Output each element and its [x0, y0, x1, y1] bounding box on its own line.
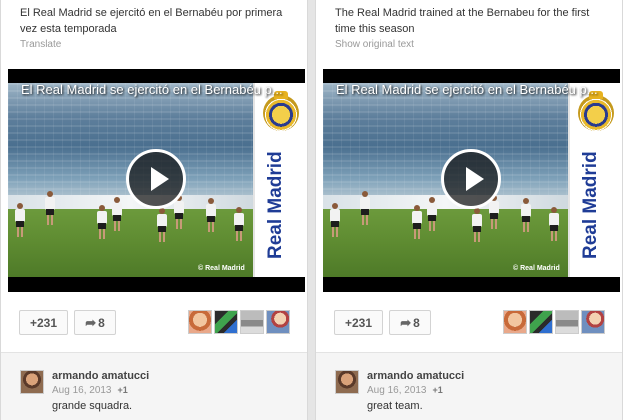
post-card-original: El Real Madrid se ejercitó en el Bernabé…	[0, 0, 308, 420]
play-icon	[466, 167, 484, 191]
brand-text: Real Madrid	[580, 151, 601, 259]
brand-panel: Real Madrid	[568, 83, 620, 277]
share-arrow-icon: ➦	[400, 314, 412, 330]
play-icon	[151, 167, 169, 191]
avatar[interactable]	[555, 310, 579, 334]
share-count: 8	[98, 315, 105, 330]
comments-section: armando amatucci Aug 16, 2013 +1 grande s…	[1, 352, 307, 420]
share-count: 8	[413, 315, 420, 330]
commenter-avatar[interactable]	[335, 370, 359, 394]
avatar[interactable]	[240, 310, 264, 334]
club-crest-icon	[263, 91, 299, 131]
video-watermark: © Real Madrid	[513, 265, 560, 272]
post-text: El Real Madrid se ejercitó en el Bernabé…	[20, 7, 283, 35]
video-title[interactable]: El Real Madrid se ejercitó en el Bernabé…	[21, 82, 283, 97]
comment-plus-count[interactable]: +1	[118, 385, 128, 395]
post-text: The Real Madrid trained at the Bernabeu …	[335, 7, 590, 35]
comment-text: great team.	[367, 400, 423, 412]
comment-text: grande squadra.	[52, 400, 133, 412]
comment-meta: Aug 16, 2013 +1	[52, 385, 128, 396]
brand-text: Real Madrid	[265, 151, 286, 259]
share-button[interactable]: ➦ 8	[389, 310, 431, 335]
play-button[interactable]	[441, 149, 501, 209]
translate-link[interactable]: Translate	[20, 39, 61, 50]
avatar[interactable]	[529, 310, 553, 334]
show-original-link[interactable]: Show original text	[335, 39, 414, 50]
post-card-translated: The Real Madrid trained at the Bernabeu …	[315, 0, 623, 420]
avatar[interactable]	[503, 310, 527, 334]
comment-meta: Aug 16, 2013 +1	[367, 385, 443, 396]
plus-one-button[interactable]: +231	[19, 310, 68, 335]
video-player[interactable]: Real Madrid © Real Madrid El Real Madrid…	[323, 69, 620, 292]
avatar[interactable]	[581, 310, 605, 334]
avatar[interactable]	[188, 310, 212, 334]
avatar[interactable]	[214, 310, 238, 334]
share-arrow-icon: ➦	[85, 314, 97, 330]
comment-date[interactable]: Aug 16, 2013	[367, 385, 427, 396]
comment-plus-count[interactable]: +1	[433, 385, 443, 395]
commenter-avatar[interactable]	[20, 370, 44, 394]
plus-one-button[interactable]: +231	[334, 310, 383, 335]
comments-section: armando amatucci Aug 16, 2013 +1 great te…	[316, 352, 622, 420]
commenter-name[interactable]: armando amatucci	[367, 370, 464, 382]
video-player[interactable]: Real Madrid © Real Madrid El Real Madrid…	[8, 69, 305, 292]
club-crest-icon	[578, 91, 614, 131]
brand-panel: Real Madrid	[253, 83, 305, 277]
translation-comparison-view: El Real Madrid se ejercitó en el Bernabé…	[0, 0, 623, 420]
plus-oners-avatars	[186, 310, 290, 334]
share-button[interactable]: ➦ 8	[74, 310, 116, 335]
plus-oners-avatars	[501, 310, 605, 334]
avatar[interactable]	[266, 310, 290, 334]
commenter-name[interactable]: armando amatucci	[52, 370, 149, 382]
video-watermark: © Real Madrid	[198, 265, 245, 272]
video-title[interactable]: El Real Madrid se ejercitó en el Bernabé…	[336, 82, 598, 97]
play-button[interactable]	[126, 149, 186, 209]
comment-date[interactable]: Aug 16, 2013	[52, 385, 112, 396]
